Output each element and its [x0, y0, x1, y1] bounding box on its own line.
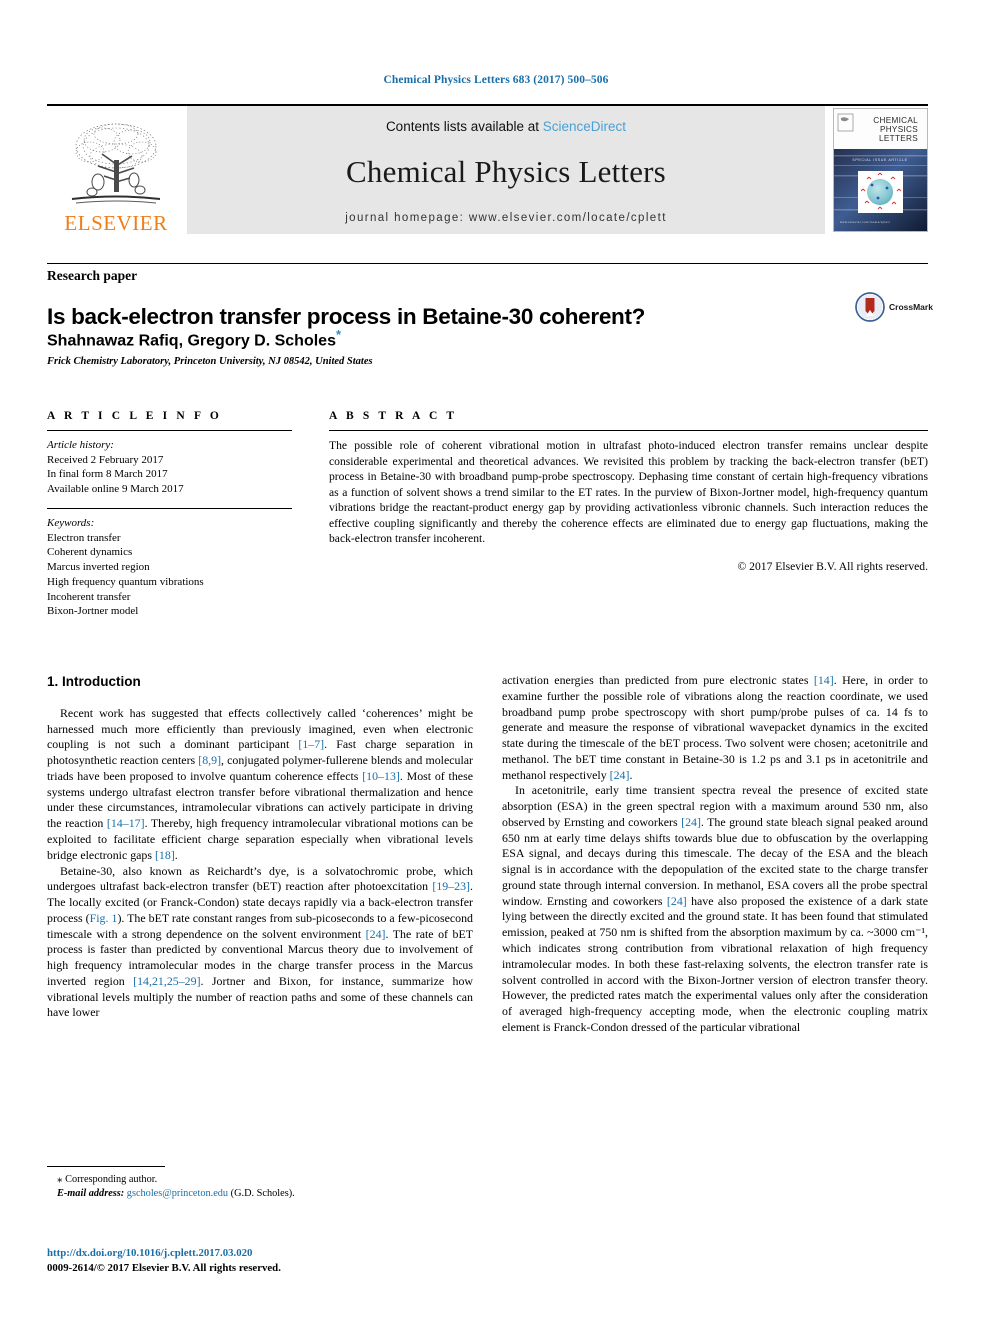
keyword-item: Coherent dynamics	[47, 546, 133, 559]
author-list: Shahnawaz Rafiq, Gregory D. Scholes*	[47, 327, 341, 350]
sciencedirect-link[interactable]: ScienceDirect	[543, 119, 626, 134]
abstract-block: A B S T R A C T The possible role of coh…	[329, 410, 928, 585]
article-info-rule	[47, 430, 292, 431]
contents-lists-line: Contents lists available at ScienceDirec…	[386, 119, 626, 134]
keyword-item: Electron transfer	[47, 531, 121, 544]
abstract-text: The possible role of coherent vibrationa…	[329, 439, 928, 546]
citation-link[interactable]: [24]	[681, 815, 701, 829]
email-label: E-mail address:	[57, 1188, 125, 1200]
contents-prefix: Contents lists available at	[385, 119, 543, 134]
article-history-item: Received 2 February 2017	[47, 453, 164, 466]
abstract-heading: A B S T R A C T	[329, 410, 458, 422]
article-history-item: Available online 9 March 2017	[47, 483, 184, 496]
crossmark-icon	[855, 292, 885, 322]
running-head: Chemical Physics Letters 683 (2017) 500–…	[383, 74, 609, 86]
article-history-label: Article history:	[47, 439, 114, 451]
paragraph: In acetonitrile, early time transient sp…	[502, 783, 928, 1035]
article-info-block: A R T I C L E I N F O Article history: R…	[47, 410, 292, 619]
paragraph: activation energies than predicted from …	[502, 673, 928, 783]
keyword-item: Marcus inverted region	[47, 561, 150, 574]
doi-link[interactable]: http://dx.doi.org/10.1016/j.cplett.2017.…	[47, 1246, 487, 1261]
issn-copyright-line: 0009-2614/© 2017 Elsevier B.V. All right…	[47, 1262, 281, 1275]
citation-link[interactable]: Fig. 1	[90, 911, 118, 925]
journal-banner: Contents lists available at ScienceDirec…	[187, 106, 825, 234]
citation-link[interactable]: [19–23]	[432, 879, 470, 893]
article-page: Chemical Physics Letters 683 (2017) 500–…	[0, 0, 992, 1323]
footnote-rule	[47, 1166, 165, 1167]
text-run: . Here, in order to examine further the …	[502, 673, 928, 782]
abstract-copyright: © 2017 Elsevier B.V. All rights reserved…	[737, 560, 928, 574]
corresponding-author-note: ⁎ Corresponding author.	[47, 1172, 473, 1187]
journal-cover-image: CHEMICAL PHYSICS LETTERS SPECIAL ISSUE A…	[834, 109, 927, 231]
author-names: Shahnawaz Rafiq, Gregory D. Scholes	[47, 332, 336, 350]
citation-link[interactable]: [24]	[366, 927, 386, 941]
text-run: activation energies than predicted from …	[502, 673, 814, 687]
crossmark-label: CrossMark	[889, 302, 933, 312]
paragraph: Recent work has suggested that effects c…	[47, 706, 473, 864]
journal-cover-thumbnail: CHEMICAL PHYSICS LETTERS SPECIAL ISSUE A…	[833, 108, 928, 232]
elsevier-wordmark: ELSEVIER	[64, 211, 168, 235]
citation-link[interactable]: [8,9]	[198, 753, 221, 767]
paragraph: Betaine-30, also known as Reichardt’s dy…	[47, 864, 473, 1022]
citation-link[interactable]: [24]	[610, 768, 630, 782]
citation-link[interactable]: [24]	[667, 894, 687, 908]
citation-link[interactable]: [10–13]	[362, 769, 400, 783]
footnote-block: ⁎ Corresponding author. E-mail address: …	[47, 1166, 473, 1202]
journal-masthead: ELSEVIER Contents lists available at Sci…	[47, 104, 928, 234]
elsevier-logo: ELSEVIER	[47, 106, 185, 234]
article-info-heading: A R T I C L E I N F O	[47, 410, 222, 422]
keyword-item: Bixon-Jortner model	[47, 605, 139, 618]
body-column-right: activation energies than predicted from …	[502, 673, 928, 1036]
abstract-rule	[329, 430, 928, 431]
svg-text:PHYSICS: PHYSICS	[880, 125, 918, 134]
svg-text:www.elsevier.com/locate/cplett: www.elsevier.com/locate/cplett	[840, 220, 890, 224]
citation-link[interactable]: [14–17]	[107, 816, 145, 830]
article-head-rule	[47, 263, 928, 264]
svg-text:LETTERS: LETTERS	[879, 134, 918, 143]
article-history-item: In final form 8 March 2017	[47, 468, 168, 481]
corresponding-author-marker: *	[335, 327, 342, 342]
keyword-item: Incoherent transfer	[47, 590, 131, 603]
svg-text:CHEMICAL: CHEMICAL	[873, 116, 918, 125]
citation-link[interactable]: [18]	[155, 848, 175, 862]
keywords-label: Keywords:	[47, 516, 95, 529]
elsevier-tree-icon	[71, 123, 161, 204]
text-run: .	[174, 847, 178, 862]
affiliation: Frick Chemistry Laboratory, Princeton Un…	[47, 356, 373, 367]
text-run: have also proposed the existence of a da…	[502, 893, 928, 1034]
keyword-item: High frequency quantum vibrations	[47, 575, 204, 588]
text-run: Betaine-30, also known as Reichardt’s dy…	[47, 863, 473, 894]
keywords-rule	[47, 507, 292, 509]
journal-homepage-line[interactable]: journal homepage: www.elsevier.com/locat…	[345, 212, 667, 224]
text-run: .	[629, 767, 633, 782]
article-type-label: Research paper	[47, 268, 138, 283]
citation-link[interactable]: [14,21,25–29]	[133, 974, 200, 988]
email-note: E-mail address: gscholes@princeton.edu (…	[47, 1187, 473, 1201]
body-column-left: 1. Introduction Recent work has suggeste…	[47, 673, 473, 1021]
email-link[interactable]: gscholes@princeton.edu	[127, 1188, 228, 1199]
svg-text:SPECIAL ISSUE ARTICLE: SPECIAL ISSUE ARTICLE	[852, 158, 907, 162]
intro-heading: 1. Introduction	[47, 674, 141, 689]
asterisk-icon: ⁎	[57, 1173, 63, 1185]
citation-link[interactable]: [14]	[814, 673, 834, 687]
email-suffix: (G.D. Scholes).	[230, 1188, 295, 1200]
corresponding-author-text: Corresponding author.	[65, 1174, 158, 1185]
journal-title: Chemical Physics Letters	[346, 154, 666, 189]
footer-block: http://dx.doi.org/10.1016/j.cplett.2017.…	[47, 1246, 487, 1277]
citation-link[interactable]: [1–7]	[298, 737, 324, 751]
crossmark-badge[interactable]: CrossMark	[855, 292, 933, 322]
